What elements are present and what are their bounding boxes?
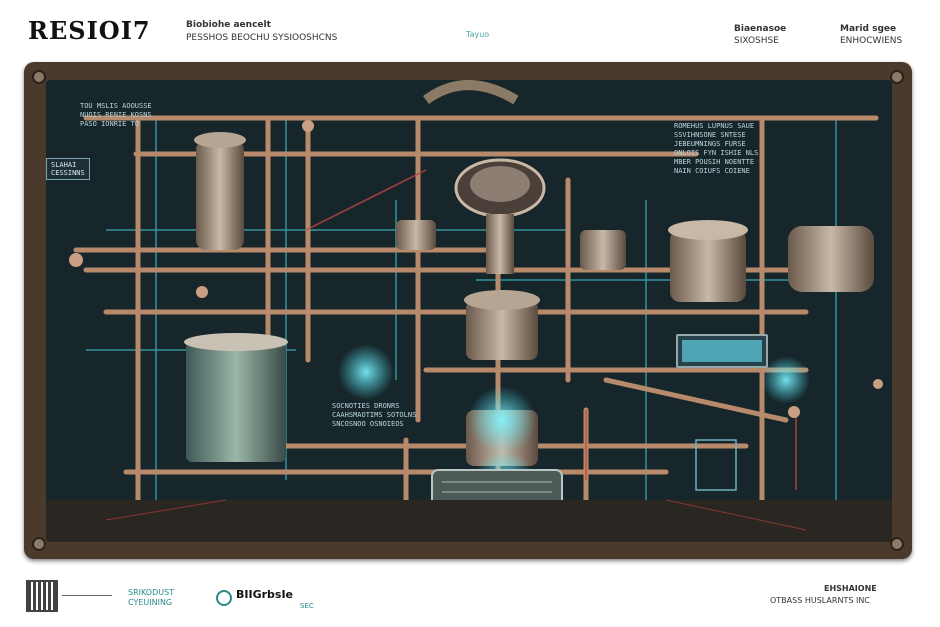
bolt-icon [32,537,46,551]
annotation-text: ROMEHUS LUPNUS SAUE SSVIHNSONE SNTESE JE… [674,122,759,175]
annotation-text: SOCNOTIES DRONRS CAAHSMAOTIMS SOTOLNS SN… [332,402,417,428]
brand-ring-icon [216,590,232,606]
bolt-icon [890,70,904,84]
header-line-2: PESSHOS BEOCHU SYSIOOSHCNS [186,33,338,43]
logo-text: RESIOI7 [28,16,151,45]
footer-brand: BIIGrbsIe [236,588,293,601]
tank-vessel [186,342,286,462]
bolt-icon [890,537,904,551]
divider [62,594,112,596]
schematic-screen: TOU MSLIS AOOUSSE NUOIS RENIE KOSNS PASO… [46,80,892,542]
machine-panel: TOU MSLIS AOOUSSE NUOIS RENIE KOSNS PASO… [24,62,912,559]
header-line-1: Biobiohe aencelt [186,20,271,30]
header-center-mark: Tayuo [466,30,490,39]
footer-brand-sub: SEC [300,602,314,610]
monitor-display [676,334,768,368]
footer-left-line-1: SRIKODUST [128,588,175,597]
qr-code-icon [26,580,58,612]
footer-left-line-2: CYEUINING [128,598,173,607]
header-right-title-2: Marid sgee [840,24,897,34]
annotation-text: TOU MSLIS AOOUSSE NUOIS RENIE KOSNS PASO… [80,102,152,128]
bolt-icon [32,70,46,84]
header-right-sub-2: ENHOCWIENS [840,36,903,46]
header-right-title-1: Biaenasoe [734,24,787,34]
header-right-sub-1: SIXOSHSE [734,36,779,46]
label-tag: SLAHAI CESSINNS [46,158,90,180]
footer-right-title: EHSHAIONE [824,584,877,593]
footer-right-sub: OTBASS HUSLARNTS INC [770,596,870,605]
pipe-schematic [46,80,892,542]
poster-header: RESIOI7 Biobiohe aencelt PESSHOS BEOCHU … [0,0,940,60]
poster-footer: SRIKODUST CYEUINING BIIGrbsIe SEC EHSHAI… [0,570,940,627]
tank-vessel [196,140,244,250]
